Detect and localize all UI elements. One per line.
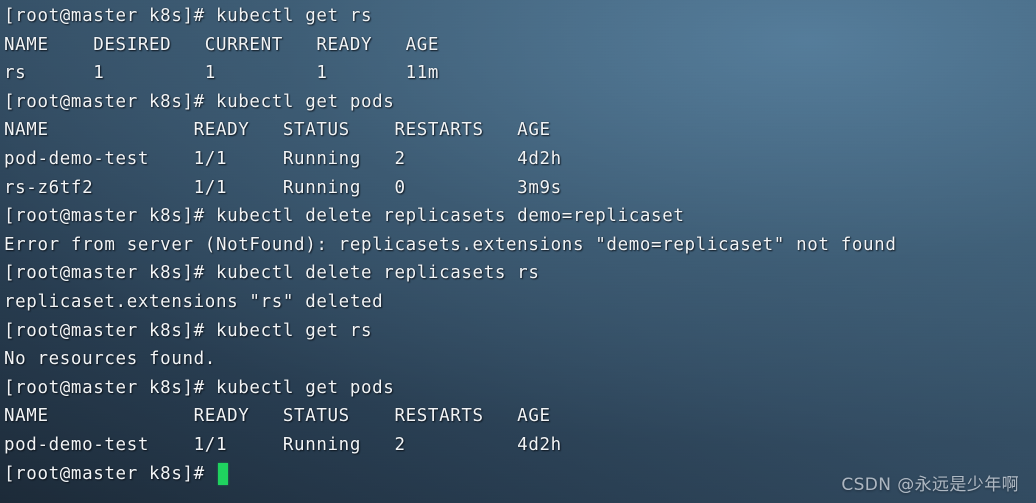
terminal-output-area[interactable]: [root@master k8s]# kubectl get rs NAME D… xyxy=(0,0,1036,488)
terminal-line: rs 1 1 1 11m xyxy=(4,63,440,84)
terminal-line: NAME READY STATUS RESTARTS AGE xyxy=(4,120,551,141)
csdn-watermark: CSDN @永远是少年啊 xyxy=(841,475,1019,495)
terminal-line: replicaset.extensions "rs" deleted xyxy=(4,291,384,312)
terminal-line: NAME READY STATUS RESTARTS AGE xyxy=(4,406,551,427)
terminal-line: [root@master k8s]# kubectl get pods xyxy=(4,91,395,112)
shell-prompt: [root@master k8s]# xyxy=(4,463,216,484)
terminal-line: NAME DESIRED CURRENT READY AGE xyxy=(4,34,440,55)
terminal-window: [root@master k8s]# kubectl get rs NAME D… xyxy=(0,0,1036,503)
terminal-line: [root@master k8s]# kubectl get rs xyxy=(4,320,373,341)
terminal-line: rs-z6tf2 1/1 Running 0 3m9s xyxy=(4,177,562,198)
terminal-line: Error from server (NotFound): replicaset… xyxy=(4,234,897,255)
terminal-line: No resources found. xyxy=(4,349,216,370)
terminal-line: pod-demo-test 1/1 Running 2 4d2h xyxy=(4,434,562,455)
terminal-line: [root@master k8s]# kubectl get rs xyxy=(4,6,373,26)
terminal-line: [root@master k8s]# kubectl get pods xyxy=(4,377,395,398)
terminal-line: [root@master k8s]# kubectl delete replic… xyxy=(4,263,540,284)
terminal-line: pod-demo-test 1/1 Running 2 4d2h xyxy=(4,148,562,169)
text-cursor xyxy=(217,462,228,485)
terminal-line: [root@master k8s]# kubectl delete replic… xyxy=(4,206,685,227)
